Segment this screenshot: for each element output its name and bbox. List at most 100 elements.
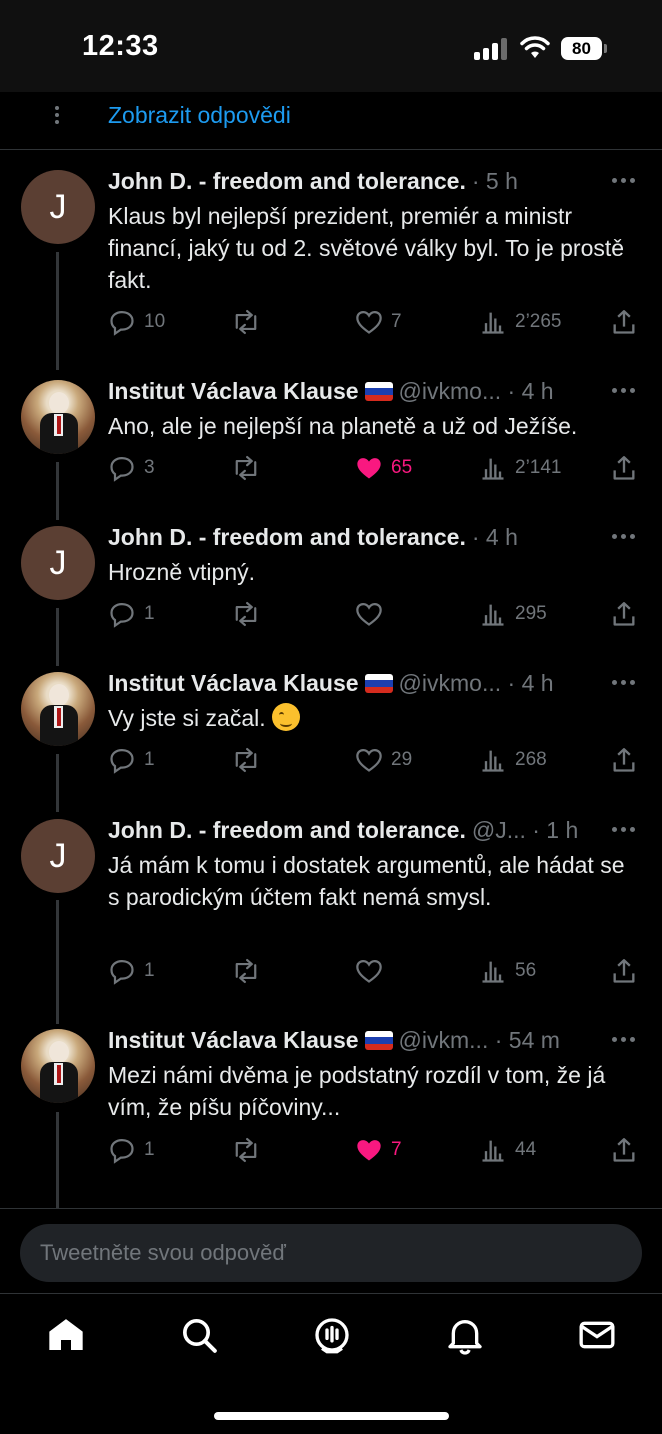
tweet-meta: @ivkmo... · 4 h: [398, 670, 554, 696]
share-button[interactable]: [610, 307, 638, 337]
thread-line: [56, 462, 59, 520]
reply-icon: [110, 456, 134, 482]
cellular-signal-icon: [474, 38, 510, 60]
retweet-icon: [235, 455, 257, 481]
tweet-text: Já mám k tomu i dostatek argumentů, ale …: [108, 852, 625, 910]
views-chart-icon: [482, 1140, 504, 1162]
reply-compose-field[interactable]: [20, 1224, 642, 1282]
reply-count: 1: [144, 960, 155, 981]
like-button[interactable]: 65: [355, 453, 412, 483]
like-button[interactable]: 29: [355, 745, 412, 775]
reply-icon: [110, 602, 134, 628]
tweet-text: Klaus byl nejlepší prezident, premiér a …: [108, 203, 625, 293]
heart-filled-icon: [357, 1140, 381, 1161]
thread-line: [56, 608, 59, 666]
share-button[interactable]: [610, 956, 638, 986]
show-replies-link[interactable]: Zobrazit odpovědi: [108, 102, 291, 129]
thread-line: [56, 252, 59, 370]
reply-count: 1: [144, 1139, 155, 1160]
reply-compose-bar: [0, 1208, 662, 1294]
like-button[interactable]: 7: [355, 307, 402, 337]
views-button[interactable]: 44: [479, 1135, 536, 1165]
retweet-button[interactable]: [231, 956, 269, 986]
tweet-actions: 1 295: [108, 599, 640, 629]
share-button[interactable]: [610, 453, 638, 483]
retweet-button[interactable]: [231, 1135, 269, 1165]
reply-thread[interactable]: J John D. - freedom and tolerance. · 5 h …: [0, 150, 662, 1208]
reply-button[interactable]: 1: [108, 956, 155, 986]
reply-button[interactable]: 1: [108, 599, 155, 629]
more-options-icon[interactable]: [612, 534, 640, 542]
tweet-header: John D. - freedom and tolerance. · 4 h: [108, 524, 518, 551]
views-chart-icon: [482, 458, 504, 480]
retweet-button[interactable]: [231, 599, 269, 629]
like-button[interactable]: [355, 599, 391, 629]
avatar[interactable]: [21, 1029, 95, 1103]
views-button[interactable]: 268: [479, 745, 547, 775]
reply-button[interactable]: 1: [108, 1135, 155, 1165]
battery-indicator: 80: [561, 37, 602, 60]
like-button[interactable]: 7: [355, 1135, 402, 1165]
share-icon: [613, 310, 635, 334]
spaces-icon[interactable]: [312, 1315, 352, 1355]
reply-count: 10: [144, 311, 166, 332]
more-options-icon[interactable]: [612, 827, 640, 835]
author-name[interactable]: Institut Václava Klause: [108, 1027, 359, 1053]
avatar[interactable]: J: [21, 170, 95, 244]
author-name[interactable]: Institut Václava Klause: [108, 670, 359, 696]
author-name[interactable]: John D. - freedom and tolerance.: [108, 524, 466, 550]
avatar[interactable]: [21, 380, 95, 454]
mail-icon[interactable]: [577, 1315, 617, 1355]
tweet-meta: @ivkmo... · 4 h: [398, 378, 554, 404]
avatar[interactable]: J: [21, 819, 95, 893]
views-count: 56: [515, 960, 537, 981]
status-bar: 12:33 80: [0, 0, 662, 92]
avatar[interactable]: J: [21, 526, 95, 600]
like-button[interactable]: [355, 956, 391, 986]
reply-button[interactable]: 10: [108, 307, 165, 337]
tweet-meta: @ivkm... · 54 m: [398, 1027, 560, 1053]
wifi-icon: [520, 36, 550, 58]
views-button[interactable]: 2’265: [479, 307, 562, 337]
more-options-icon[interactable]: [612, 178, 640, 186]
winking-face-emoji-icon: [272, 703, 301, 731]
share-icon: [613, 959, 635, 983]
more-options-icon[interactable]: [612, 388, 640, 396]
reply-button[interactable]: 3: [108, 453, 155, 483]
tweet-text: Mezi námi dvěma je podstatný rozdíl v to…: [108, 1062, 606, 1120]
views-count: 2’141: [515, 457, 562, 478]
bell-icon[interactable]: [445, 1315, 485, 1355]
retweet-button[interactable]: [231, 307, 269, 337]
share-button[interactable]: [610, 745, 638, 775]
reply-input[interactable]: [40, 1224, 620, 1282]
author-name[interactable]: John D. - freedom and tolerance.: [108, 817, 466, 843]
author-name[interactable]: John D. - freedom and tolerance.: [108, 168, 466, 194]
share-button[interactable]: [610, 1135, 638, 1165]
tweet-actions: 3 65 2’141: [108, 453, 640, 483]
share-button[interactable]: [610, 599, 638, 629]
reply-count: 1: [144, 603, 155, 624]
views-count: 2’265: [515, 311, 562, 332]
reply-button[interactable]: 1: [108, 745, 155, 775]
thread-line: [56, 754, 59, 812]
views-button[interactable]: 295: [479, 599, 547, 629]
views-button[interactable]: 56: [479, 956, 536, 986]
heart-filled-icon: [357, 458, 381, 479]
vertical-dots-icon: [54, 104, 60, 126]
more-options-icon[interactable]: [612, 1037, 640, 1045]
show-replies-row[interactable]: Zobrazit odpovědi: [0, 92, 662, 150]
tweet-header: John D. - freedom and tolerance. · 5 h: [108, 168, 518, 195]
bottom-tab-bar: [0, 1295, 662, 1434]
home-icon[interactable]: [46, 1315, 86, 1355]
avatar[interactable]: [21, 672, 95, 746]
retweet-button[interactable]: [231, 745, 269, 775]
views-button[interactable]: 2’141: [479, 453, 562, 483]
views-count: 44: [515, 1139, 537, 1160]
retweet-button[interactable]: [231, 453, 269, 483]
search-icon[interactable]: [179, 1315, 219, 1355]
thread-line: [56, 900, 59, 1024]
more-options-icon[interactable]: [612, 680, 640, 688]
heart-icon: [356, 748, 382, 772]
reply-count: 1: [144, 749, 155, 770]
author-name[interactable]: Institut Václava Klause: [108, 378, 359, 404]
